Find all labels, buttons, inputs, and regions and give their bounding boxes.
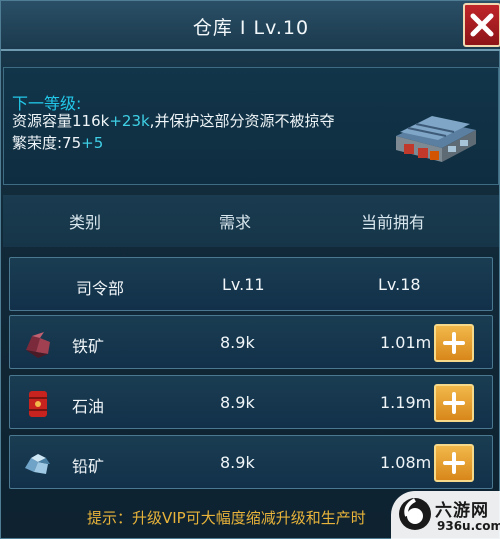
row-name: 铅矿: [72, 457, 105, 476]
row-owned: 1.19m: [380, 393, 432, 412]
vip-tip: 提示：升级VIP可大幅度缩减升级和生产时: [87, 509, 366, 527]
header-category: 类别: [69, 213, 102, 232]
header-owned: 当前拥有: [361, 213, 426, 232]
prosperity-line: 繁荣度:75+5: [12, 132, 103, 153]
capacity-line: 资源容量116k+23k,并保护这部分资源不被掠夺: [12, 110, 334, 131]
row-owned: Lv.18: [378, 275, 421, 294]
warehouse-building-icon: [396, 116, 476, 162]
site-logo-icon: [399, 498, 431, 530]
header-required: 需求: [219, 213, 252, 232]
table-row-hq: 司令部 Lv.11 Lv.18: [9, 257, 493, 311]
plus-icon: [443, 392, 465, 414]
next-level-info: 下一等级: 资源容量116k+23k,并保护这部分资源不被掠夺 繁荣度:75+5: [3, 67, 499, 185]
row-required: Lv.11: [222, 275, 265, 294]
row-name: 铁矿: [72, 337, 105, 356]
oil-barrel-icon: [29, 391, 47, 417]
plus-icon: [443, 332, 465, 354]
add-oil-button[interactable]: [434, 384, 474, 422]
table-row-lead: 铅矿 8.9k 1.08m: [9, 435, 493, 489]
capacity-plus: +23k: [109, 112, 150, 130]
prosperity-plus: +5: [81, 134, 104, 152]
row-owned: 1.08m: [380, 453, 432, 472]
capacity-suffix: ,并保护这部分资源不被掠夺: [149, 112, 335, 130]
row-name: 司令部: [76, 279, 125, 298]
capacity-prefix: 资源容量116k: [12, 112, 110, 130]
table-header: 类别 需求 当前拥有: [3, 195, 499, 247]
window-title: 仓库 I Lv.10: [192, 17, 310, 39]
watermark-url: 936u.com: [437, 519, 500, 533]
row-required: 8.9k: [220, 453, 255, 472]
row-owned: 1.01m: [380, 333, 432, 352]
add-iron-button[interactable]: [434, 324, 474, 362]
row-required: 8.9k: [220, 393, 255, 412]
watermark-name: 六游网: [435, 501, 489, 521]
site-watermark: 六游网 936u.com: [391, 491, 500, 539]
title-bar: 仓库 I Lv.10: [1, 1, 500, 51]
table-row-oil: 石油 8.9k 1.19m: [9, 375, 493, 429]
prosperity-prefix: 繁荣度:75: [12, 134, 82, 152]
close-x-icon: [470, 13, 494, 37]
warehouse-upgrade-panel: 仓库 I Lv.10 下一等级: 资源容量116k+23k,并保护这部分资源不被…: [0, 0, 500, 539]
add-lead-button[interactable]: [434, 444, 474, 482]
iron-ore-icon: [26, 332, 50, 358]
table-row-iron: 铁矿 8.9k 1.01m: [9, 315, 493, 369]
plus-icon: [443, 452, 465, 474]
row-name: 石油: [72, 397, 105, 416]
close-button[interactable]: [463, 3, 500, 47]
row-required: 8.9k: [220, 333, 255, 352]
lead-ore-icon: [25, 454, 50, 474]
